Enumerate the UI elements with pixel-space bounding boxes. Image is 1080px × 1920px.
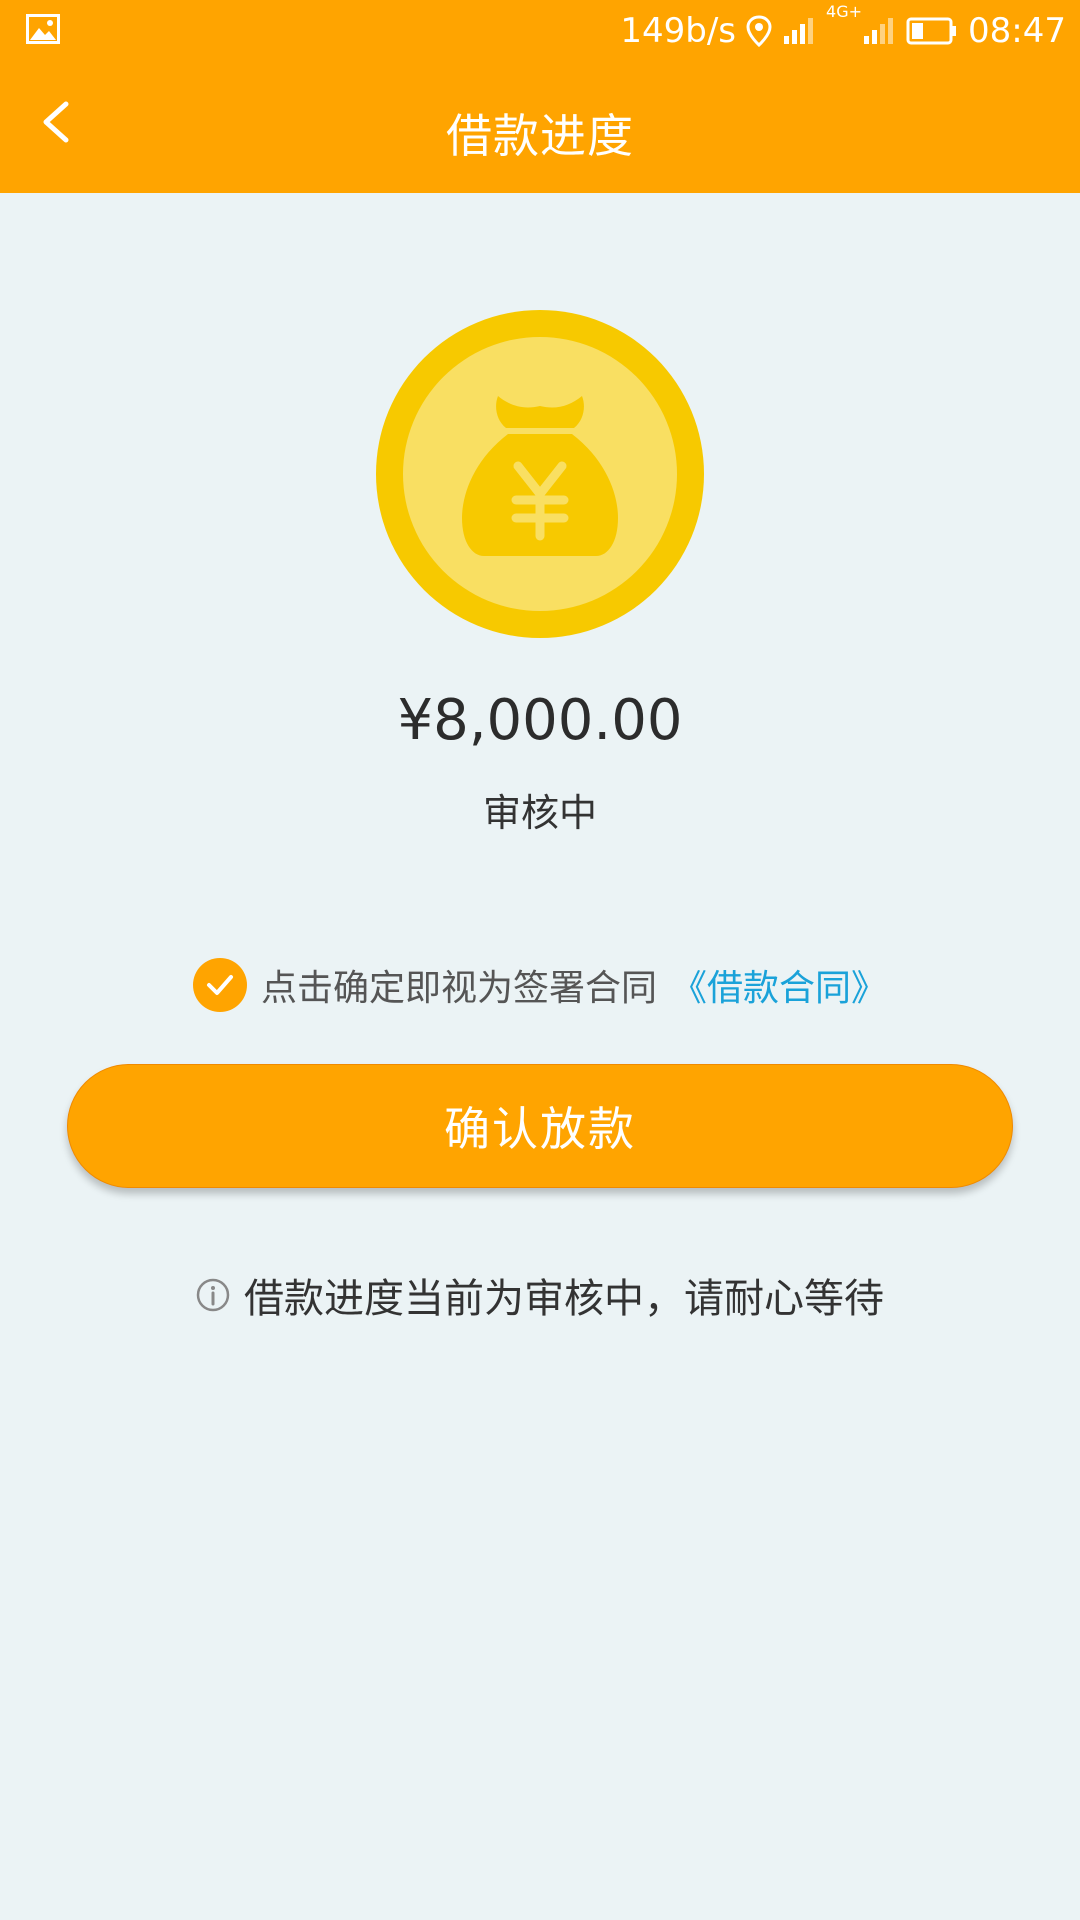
network-type-label: 4G+ [826,2,863,21]
loan-amount: ¥8,000.00 [397,688,683,753]
money-bag-coin-icon [376,310,704,638]
page-title: 借款进度 [446,109,634,163]
header-area: 149b/s 4G+ 08:47 借款进度 [0,0,1080,193]
signal-4g-icon: 4G+ [826,2,896,46]
agreement-row: 点击确定即视为签署合同 《借款合同》 [0,958,1080,1012]
image-icon [26,14,60,48]
info-icon [196,1278,230,1312]
loan-status: 审核中 [482,791,597,835]
clock: 08:47 [968,11,1066,51]
app-bar: 借款进度 [0,62,1080,193]
network-speed: 149b/s [620,11,737,51]
battery-icon [906,17,958,45]
status-bar: 149b/s 4G+ 08:47 [0,0,1080,62]
signal-icon [782,16,816,46]
agreement-text: 点击确定即视为签署合同 [260,968,657,1009]
info-note: 借款进度当前为审核中，请耐心等待 [0,1266,1080,1324]
info-text: 借款进度当前为审核中，请耐心等待 [244,1276,884,1322]
contract-link[interactable]: 《借款合同》 [671,959,887,1011]
confirm-loan-button[interactable]: 确认放款 [67,1064,1013,1188]
agreement-checkbox[interactable] [192,958,247,1012]
check-icon [206,975,233,995]
location-icon [746,15,772,47]
status-bar-right: 149b/s 4G+ 08:47 [620,0,1066,62]
